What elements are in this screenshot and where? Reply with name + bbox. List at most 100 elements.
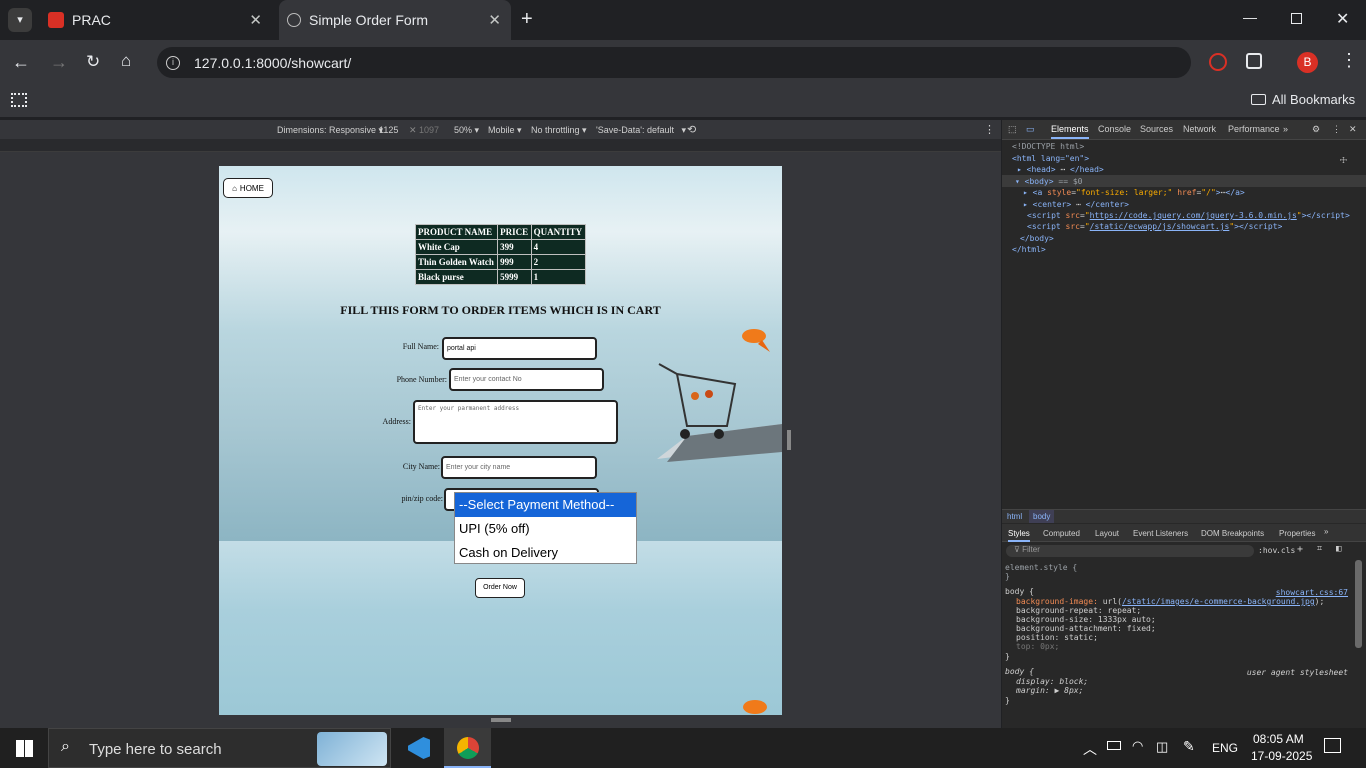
zoom-select[interactable]: 50% ▾ xyxy=(454,125,479,136)
devtools-menu-icon[interactable]: ⋮ xyxy=(1332,124,1341,135)
rotate-icon[interactable]: ⟲ xyxy=(687,123,696,136)
dimensions-select[interactable]: Dimensions: Responsive ▾ xyxy=(277,125,383,136)
computed-toggle-icon[interactable]: ⌗ xyxy=(1317,544,1322,554)
battery-icon[interactable] xyxy=(1107,741,1121,750)
city-input[interactable]: Enter your city name xyxy=(441,456,597,479)
tab-styles[interactable]: Styles xyxy=(1008,529,1030,542)
styles-scrollbar[interactable] xyxy=(1355,560,1362,648)
styles-filter-input[interactable]: ⊽ Filter xyxy=(1006,545,1254,557)
extension-blocked-icon[interactable] xyxy=(1209,53,1227,71)
stylesheet-link[interactable]: showcart.css:67 xyxy=(1276,588,1348,597)
tab-properties[interactable]: Properties xyxy=(1279,529,1315,538)
throttle-select[interactable]: No throttling ▾ xyxy=(531,125,587,136)
language-indicator[interactable]: ENG xyxy=(1212,741,1238,755)
site-info-icon[interactable]: i xyxy=(166,55,180,70)
dom-a-node[interactable]: ▸ <a style="font-size: larger;" href="/"… xyxy=(1023,188,1245,197)
crumb-html[interactable]: html xyxy=(1007,512,1022,521)
dom-center-node[interactable]: ▸ <center> ⋯ </center> xyxy=(1023,200,1129,209)
width-input[interactable]: 1125 xyxy=(379,125,398,135)
dom-body-node[interactable]: ▾ <body> == $0 xyxy=(1015,177,1082,186)
more-tabs-icon[interactable]: » xyxy=(1283,124,1288,134)
hov-toggle[interactable]: :hov xyxy=(1258,546,1277,555)
home-icon[interactable]: ⌂ xyxy=(121,51,131,71)
reload-icon[interactable]: ↻ xyxy=(86,52,100,72)
viewport-bottom-handle[interactable] xyxy=(491,718,511,722)
dom-script-jquery[interactable]: <script src="https://code.jquery.com/jqu… xyxy=(1027,211,1350,220)
tab-performance[interactable]: Performance xyxy=(1228,124,1280,134)
cls-toggle[interactable]: .cls xyxy=(1276,546,1295,555)
new-tab-icon[interactable]: + xyxy=(521,8,533,31)
clock-time[interactable]: 08:05 AM xyxy=(1253,732,1304,746)
settings-gear-icon[interactable]: ⚙ xyxy=(1312,124,1320,135)
prop-background-image[interactable]: background-image: url(/static/images/e-c… xyxy=(1016,597,1324,606)
close-tab-icon[interactable]: ✕ xyxy=(249,11,262,29)
chrome-taskbar-icon[interactable] xyxy=(444,728,491,768)
height-input[interactable]: 1097 xyxy=(419,125,439,135)
inspect-icon[interactable]: ⬚ xyxy=(1008,124,1017,135)
all-bookmarks-button[interactable]: All Bookmarks xyxy=(1251,92,1355,107)
tab-simple-order-form[interactable]: Simple Order Form ✕ xyxy=(279,0,511,40)
prop-background-attachment[interactable]: background-attachment: fixed; xyxy=(1016,624,1156,633)
tab-elements[interactable]: Elements xyxy=(1051,124,1089,139)
tab-network[interactable]: Network xyxy=(1183,124,1216,134)
wifi-icon[interactable]: ◠ xyxy=(1132,738,1143,754)
phone-input[interactable]: Enter your contact No xyxy=(449,368,604,391)
save-data-select[interactable]: 'Save-Data': default ▾ xyxy=(596,125,686,136)
prop-background-repeat[interactable]: background-repeat: repeat; xyxy=(1016,606,1141,615)
dom-body-close[interactable]: </body> xyxy=(1020,234,1054,243)
taskbar-search-box[interactable]: ⌕ Type here to search xyxy=(48,728,391,768)
show-hidden-icons-icon[interactable]: ︿ xyxy=(1083,739,1097,759)
dom-html-close[interactable]: </html> xyxy=(1012,245,1046,254)
sidebar-toggle-icon[interactable]: ◧ xyxy=(1336,544,1341,554)
payment-option[interactable]: Cash on Delivery xyxy=(455,541,636,565)
dom-head-node[interactable]: ▸ <head> ⋯ </head> xyxy=(1017,165,1104,174)
browser-menu-icon[interactable]: ⋮ xyxy=(1340,50,1358,71)
emulation-menu-icon[interactable]: ⋮ xyxy=(984,123,995,136)
address-textarea[interactable]: Enter your parmanent address xyxy=(413,400,618,444)
tab-sources[interactable]: Sources xyxy=(1140,124,1173,134)
device-type-select[interactable]: Mobile ▾ xyxy=(488,125,522,136)
tab-console[interactable]: Console xyxy=(1098,124,1131,134)
minimize-icon[interactable]: — xyxy=(1243,9,1257,25)
close-window-icon[interactable]: ✕ xyxy=(1336,9,1349,29)
notification-icon[interactable] xyxy=(1324,738,1341,753)
forward-icon[interactable]: → xyxy=(50,52,68,73)
payment-option[interactable]: UPI (5% off) xyxy=(455,517,636,541)
prop-background-size[interactable]: background-size: 1333px auto; xyxy=(1016,615,1156,624)
clock-date[interactable]: 17-09-2025 xyxy=(1251,749,1312,763)
extensions-puzzle-icon[interactable] xyxy=(1246,53,1262,69)
tab-computed[interactable]: Computed xyxy=(1043,529,1080,538)
windows-start-icon[interactable] xyxy=(16,740,33,757)
tab-layout[interactable]: Layout xyxy=(1095,529,1119,538)
address-bar[interactable]: i 127.0.0.1:8000/showcart/ xyxy=(157,47,1191,78)
close-tab-icon[interactable]: ✕ xyxy=(488,11,501,29)
accessibility-icon[interactable]: ☩ xyxy=(1340,153,1347,166)
prop-position[interactable]: position: static; xyxy=(1016,633,1098,642)
more-panes-icon[interactable]: » xyxy=(1324,527,1328,536)
payment-method-dropdown[interactable]: --Select Payment Method-- UPI (5% off) C… xyxy=(454,492,637,564)
close-devtools-icon[interactable]: ✕ xyxy=(1349,124,1357,135)
back-icon[interactable]: ← xyxy=(12,52,30,73)
tab-event-listeners[interactable]: Event Listeners xyxy=(1133,529,1188,538)
order-now-button[interactable]: Order Now xyxy=(475,578,525,598)
device-toggle-icon[interactable]: ▭ xyxy=(1026,124,1035,135)
vscode-taskbar-icon[interactable] xyxy=(408,737,430,759)
dom-doctype[interactable]: <!DOCTYPE html> xyxy=(1012,142,1084,151)
speaker-icon[interactable]: ◫ xyxy=(1156,739,1168,755)
new-rule-icon[interactable]: + xyxy=(1297,544,1303,555)
tab-search-button[interactable]: ▾ xyxy=(8,8,32,32)
home-link[interactable]: ⌂ HOME xyxy=(223,178,273,198)
dom-html-open[interactable]: <html lang="en"> xyxy=(1012,154,1089,163)
crumb-body[interactable]: body xyxy=(1029,510,1055,523)
restore-icon[interactable] xyxy=(1291,13,1302,24)
viewport-resize-handle[interactable] xyxy=(787,430,791,450)
prop-top[interactable]: top: 0px; xyxy=(1016,642,1059,651)
tab-prac[interactable]: PRAC ✕ xyxy=(40,0,272,40)
full-name-input[interactable]: portal api xyxy=(442,337,597,360)
payment-option[interactable]: --Select Payment Method-- xyxy=(455,493,636,517)
tab-dom-breakpoints[interactable]: DOM Breakpoints xyxy=(1201,529,1264,538)
apps-grid-icon[interactable] xyxy=(11,93,27,107)
dom-script-showcart[interactable]: <script src="/static/ecwapp/js/showcart.… xyxy=(1027,222,1282,231)
profile-avatar[interactable]: B xyxy=(1297,52,1318,73)
pen-icon[interactable]: ✎ xyxy=(1183,738,1195,755)
